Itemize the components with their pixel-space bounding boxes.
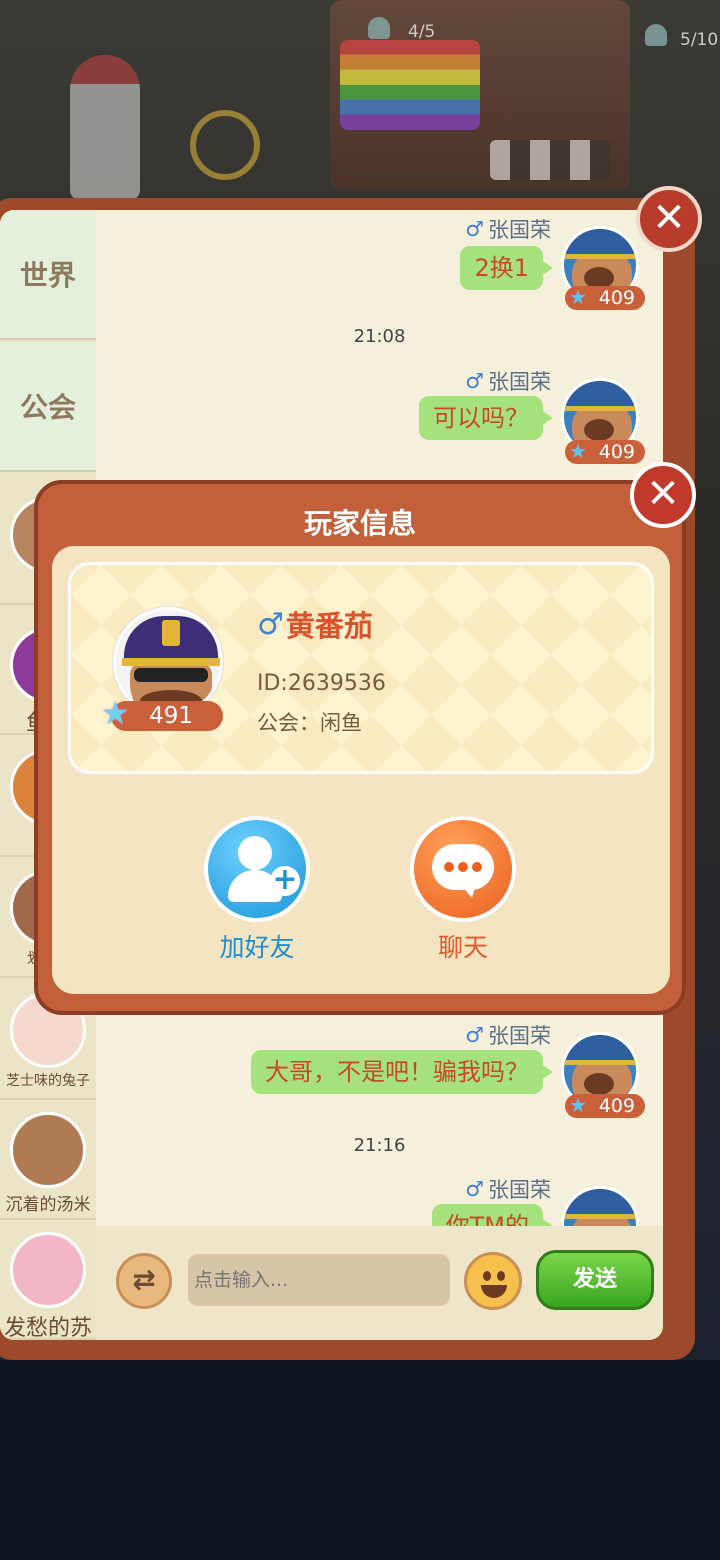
male-icon: ♂ xyxy=(465,217,484,241)
timestamp: 21:16 xyxy=(353,1135,406,1156)
sender-name: ♂ 张国荣 xyxy=(465,366,551,396)
star-icon: ★ xyxy=(569,285,587,309)
swap-channel-button[interactable]: ⇄ xyxy=(116,1253,172,1309)
chat-label[interactable]: 聊天 xyxy=(393,928,533,964)
modal-title: 玩家信息 xyxy=(303,507,416,540)
close-icon: ✕ xyxy=(652,195,686,241)
add-user-icon xyxy=(238,836,272,870)
sender-name: ♂ 张国荣 xyxy=(465,1174,551,1204)
sender-label: 张国荣 xyxy=(488,218,551,242)
sender-name: ♂ 张国荣 xyxy=(465,214,551,244)
emoji-button[interactable] xyxy=(464,1252,522,1310)
swap-icon: ⇄ xyxy=(132,1263,156,1296)
player-id: ID:2639536 xyxy=(257,671,386,696)
sender-name: ♂ 张国荣 xyxy=(465,1020,551,1050)
add-friend-label[interactable]: 加好友 xyxy=(187,928,327,964)
add-friend-button[interactable]: + xyxy=(204,816,310,922)
timestamp: 21:08 xyxy=(353,326,406,347)
player-name: ♂ 黄番茄 xyxy=(257,603,373,645)
male-icon: ♂ xyxy=(465,369,484,393)
star-icon: ★ xyxy=(101,694,130,732)
striped-awning xyxy=(490,140,610,180)
seat-count: 4/5 xyxy=(408,22,436,42)
avatar xyxy=(10,1232,86,1308)
chat-button[interactable] xyxy=(410,816,516,922)
chat-bubble: 可以吗？ xyxy=(419,396,553,440)
rainbow-counter xyxy=(340,40,480,130)
person-icon xyxy=(368,17,390,39)
level-badge: ★ 409 xyxy=(565,1093,645,1118)
player-guild: 公会：闲鱼 xyxy=(257,711,362,735)
send-button[interactable]: 发送 xyxy=(536,1250,654,1310)
tab-world[interactable]: 世界 xyxy=(0,210,96,340)
male-icon: ♂ xyxy=(465,1023,484,1047)
gold-ring-decoration xyxy=(190,110,260,180)
chat-close-button[interactable]: ✕ xyxy=(636,186,702,252)
npc-character xyxy=(70,55,140,200)
friend-item[interactable]: 发愁的苏 xyxy=(0,1220,96,1340)
friend-name: 发愁的苏 xyxy=(3,1316,92,1340)
seat-count: 5/10 xyxy=(680,30,719,50)
friend-name: 沉着的汤米 xyxy=(5,1195,91,1215)
level-badge: ★ 409 xyxy=(565,439,645,464)
sender-label: 张国荣 xyxy=(488,370,551,394)
close-icon: ✕ xyxy=(646,471,680,517)
star-icon: ★ xyxy=(569,439,587,463)
tab-guild[interactable]: 公会 xyxy=(0,342,96,472)
player-info-modal: 玩家信息 491 ★ ♂ 黄番茄 ID:2639536 公会：闲鱼 + 加好友 … xyxy=(34,480,686,1015)
chat-input[interactable] xyxy=(188,1254,450,1306)
male-icon: ♂ xyxy=(257,606,284,642)
chat-bubble: 大哥，不是吧！骗我吗？ xyxy=(251,1050,553,1094)
emoji-icon xyxy=(483,1271,491,1281)
person-icon xyxy=(645,24,667,46)
male-icon: ♂ xyxy=(465,1177,484,1201)
modal-body: 491 ★ ♂ 黄番茄 ID:2639536 公会：闲鱼 + 加好友 聊天 xyxy=(52,546,670,994)
level-badge: ★ 409 xyxy=(565,285,645,310)
sender-label: 张国荣 xyxy=(488,1178,551,1202)
modal-close-button[interactable]: ✕ xyxy=(630,462,696,528)
avatar xyxy=(10,1112,86,1188)
player-card: 491 ★ ♂ 黄番茄 ID:2639536 公会：闲鱼 xyxy=(68,562,654,774)
bottom-area xyxy=(0,1360,720,1560)
friend-item[interactable]: 沉着的汤米 xyxy=(0,1100,96,1220)
friend-name: 芝士味的兔子 xyxy=(6,1073,90,1089)
sender-label: 张国荣 xyxy=(488,1024,551,1048)
chat-bubble: 2换1 xyxy=(460,246,553,290)
chat-input-bar: ⇄ 发送 xyxy=(96,1226,663,1340)
player-name-label: 黄番茄 xyxy=(285,609,373,643)
star-icon: ★ xyxy=(569,1093,587,1117)
